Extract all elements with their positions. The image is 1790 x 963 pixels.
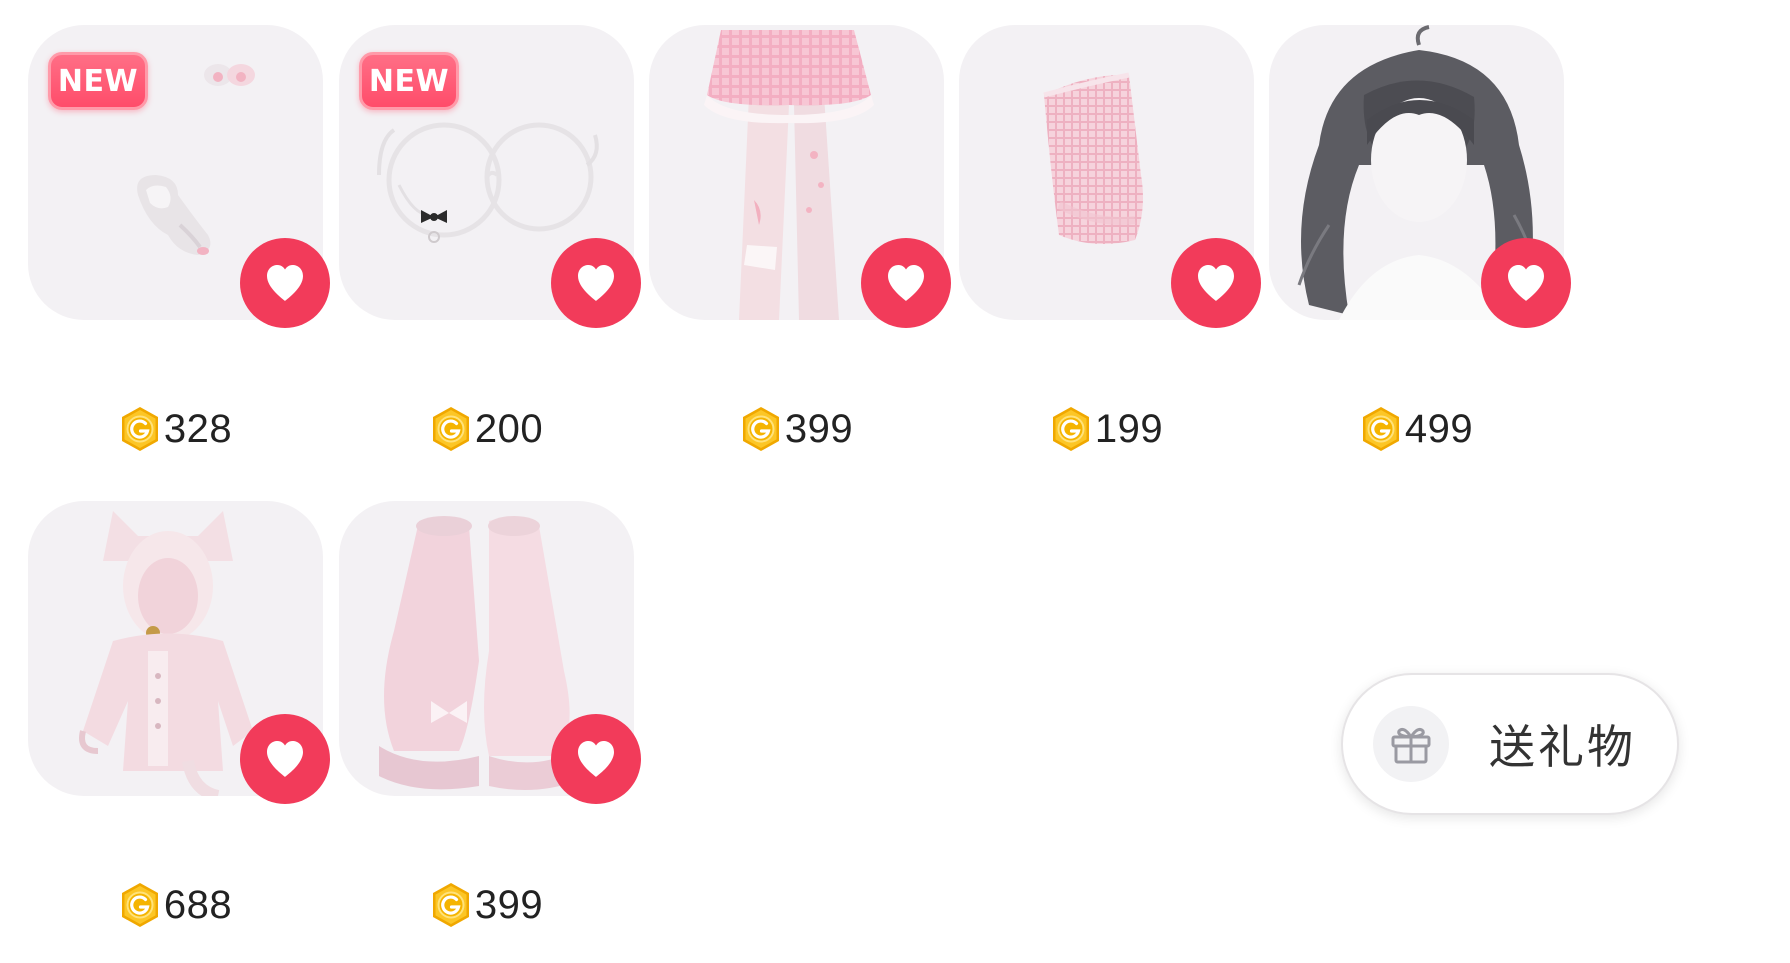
product-card[interactable]: 399 [311, 476, 641, 951]
coin-icon [1049, 405, 1093, 453]
coin-icon [1359, 405, 1403, 453]
price-value: 200 [474, 406, 544, 451]
product-card[interactable]: NEW 200 [311, 0, 641, 475]
product-card[interactable]: 688 [0, 476, 330, 951]
favorite-button[interactable] [1481, 238, 1571, 328]
heart-icon [882, 259, 930, 307]
product-card[interactable]: 199 [931, 0, 1261, 475]
new-badge: NEW [359, 52, 459, 110]
new-badge: NEW [48, 52, 148, 110]
coin-icon [118, 405, 162, 453]
price-value: 399 [784, 406, 854, 451]
product-card[interactable]: 399 [621, 0, 951, 475]
price-value: 688 [163, 882, 233, 927]
price-value: 499 [1404, 406, 1474, 451]
coin-icon [739, 405, 783, 453]
price: 399 [311, 877, 661, 933]
price: 399 [621, 401, 971, 457]
price: 199 [931, 401, 1281, 457]
price: 499 [1241, 401, 1591, 457]
price: 200 [311, 401, 661, 457]
heart-icon [572, 259, 620, 307]
price-value: 328 [163, 406, 233, 451]
coin-icon [429, 881, 473, 929]
gift-icon [1391, 728, 1431, 764]
heart-icon [1502, 259, 1550, 307]
heart-icon [261, 735, 309, 783]
send-gift-label: 送礼物 [1489, 720, 1636, 774]
heart-icon [572, 735, 620, 783]
product-card[interactable]: 499 [1241, 0, 1571, 475]
price: 328 [0, 401, 350, 457]
gift-icon-container [1373, 706, 1449, 782]
price: 688 [0, 877, 350, 933]
favorite-button[interactable] [551, 714, 641, 804]
heart-icon [261, 259, 309, 307]
heart-icon [1192, 259, 1240, 307]
product-card[interactable]: NEW 328 [0, 0, 330, 475]
coin-icon [429, 405, 473, 453]
price-value: 199 [1094, 406, 1164, 451]
coin-icon [118, 881, 162, 929]
send-gift-button[interactable]: 送礼物 [1341, 673, 1679, 815]
price-value: 399 [474, 882, 544, 927]
